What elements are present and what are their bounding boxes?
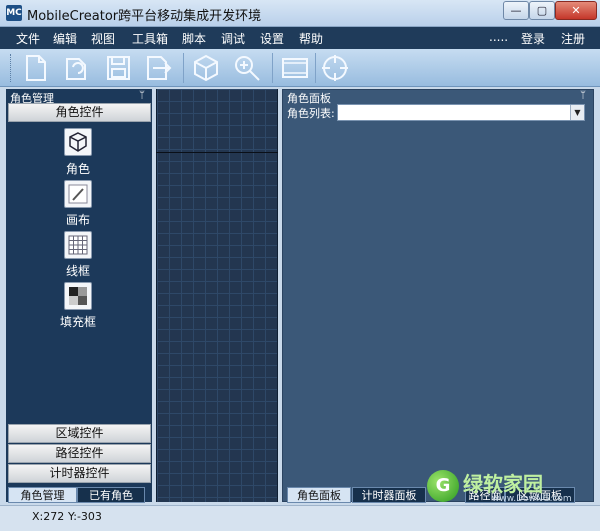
- tool-label-wireframe: 线框: [65, 264, 90, 278]
- canvas-guide-line: [156, 152, 278, 153]
- tab-timer-panel[interactable]: 计时器面板: [352, 487, 426, 503]
- tab-role-management[interactable]: 角色管理: [8, 487, 77, 503]
- menu-help[interactable]: 帮助: [299, 30, 323, 47]
- watermark-logo: G: [427, 470, 459, 502]
- maximize-button[interactable]: ▢: [529, 1, 555, 20]
- pin-icon[interactable]: ᛘ: [139, 90, 145, 101]
- window-title: MobileCreator跨平台移动集成开发环境: [27, 9, 262, 24]
- open-icon[interactable]: [62, 53, 92, 83]
- menu-toolbox[interactable]: 工具箱: [132, 30, 168, 47]
- fill-box-icon[interactable]: [64, 282, 92, 310]
- cursor-y-readout: Y:-303: [68, 510, 102, 523]
- canvas-brush-icon[interactable]: [64, 180, 92, 208]
- toolbar-separator: [315, 53, 316, 83]
- chevron-down-icon[interactable]: ▼: [570, 105, 584, 120]
- area-controls-header[interactable]: 区域控件: [8, 424, 151, 443]
- new-file-icon[interactable]: [20, 53, 50, 83]
- timer-controls-header[interactable]: 计时器控件: [8, 464, 151, 483]
- wireframe-grid-icon[interactable]: [64, 231, 92, 259]
- role-list-label: 角色列表:: [287, 107, 335, 120]
- login-link[interactable]: 登录: [521, 30, 545, 47]
- tab-existing-roles[interactable]: 已有角色: [77, 487, 145, 503]
- menu-view[interactable]: 视图: [91, 30, 115, 47]
- cube-icon[interactable]: [64, 128, 92, 156]
- tool-label-fill-box: 填充框: [59, 315, 96, 329]
- role-panel: [282, 89, 594, 502]
- cursor-x-readout: X:272: [32, 510, 65, 523]
- menu-file[interactable]: 文件: [16, 30, 40, 47]
- menu-settings[interactable]: 设置: [260, 30, 284, 47]
- watermark-brand: 绿软家园: [463, 472, 543, 496]
- menu-more[interactable]: .....: [489, 30, 508, 44]
- filmstrip-icon[interactable]: [280, 53, 310, 83]
- export-icon[interactable]: [143, 53, 173, 83]
- close-button[interactable]: ✕: [555, 1, 597, 20]
- app-logo-icon: MC: [6, 5, 22, 21]
- panel-title: 角色面板: [287, 92, 331, 105]
- toolbar-grip: [10, 54, 13, 82]
- tool-label-role: 角色: [65, 162, 90, 176]
- watermark-url: www.DowNG.com: [492, 494, 572, 504]
- pin-icon[interactable]: ᛘ: [580, 90, 586, 101]
- cube-icon[interactable]: [191, 53, 221, 83]
- role-controls-header[interactable]: 角色控件: [8, 103, 151, 122]
- path-controls-header[interactable]: 路径控件: [8, 444, 151, 463]
- menu-edit[interactable]: 编辑: [53, 30, 77, 47]
- crosshair-icon[interactable]: [320, 53, 350, 83]
- toolbar-separator: [183, 53, 184, 83]
- register-link[interactable]: 注册: [561, 30, 585, 47]
- tool-label-canvas: 画布: [65, 213, 90, 227]
- design-canvas[interactable]: [156, 89, 278, 502]
- toolbar-separator: [272, 53, 273, 83]
- menu-debug[interactable]: 调试: [221, 30, 245, 47]
- menu-script[interactable]: 脚本: [182, 30, 206, 47]
- save-icon[interactable]: [103, 53, 133, 83]
- zoom-icon[interactable]: [232, 53, 262, 83]
- minimize-button[interactable]: —: [503, 1, 529, 20]
- role-list-dropdown[interactable]: [337, 104, 585, 121]
- tab-role-panel[interactable]: 角色面板: [287, 487, 351, 503]
